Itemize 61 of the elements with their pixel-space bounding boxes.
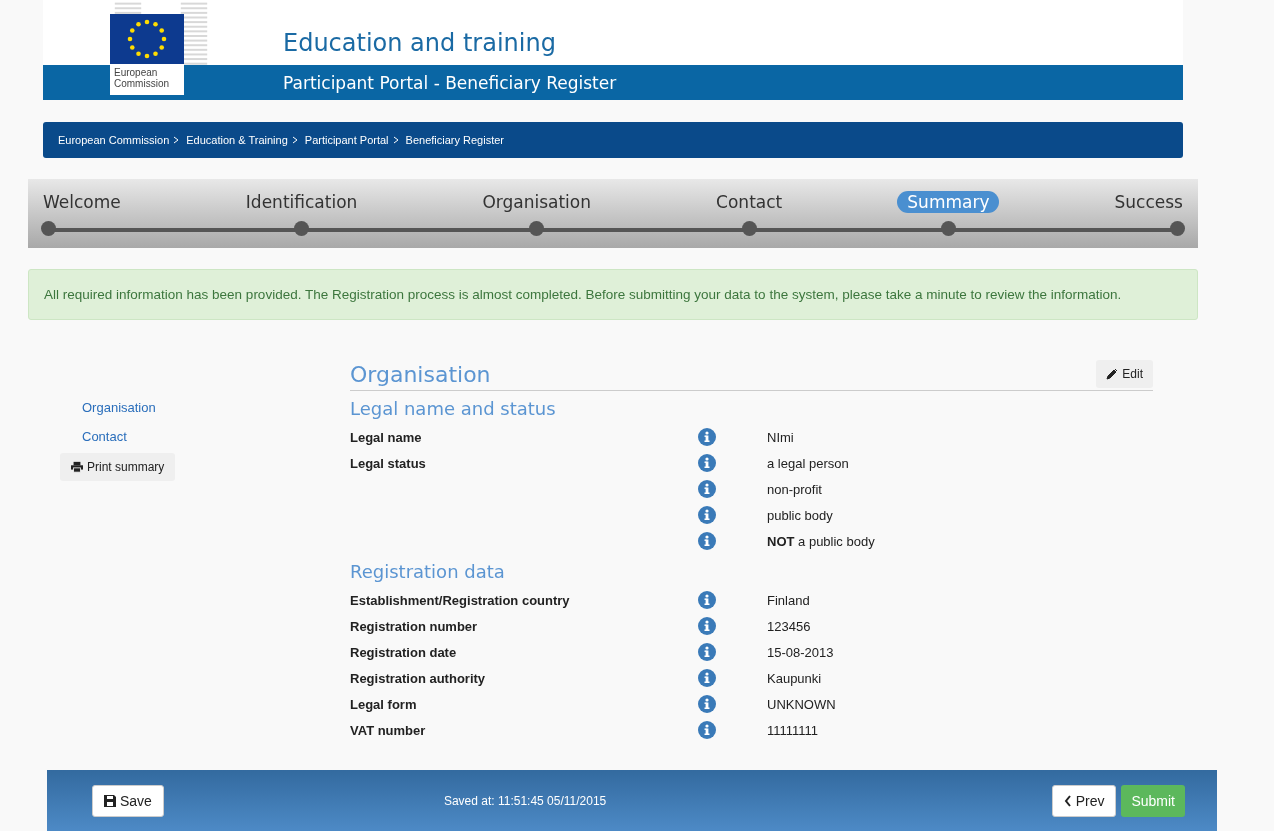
field-label: VAT number: [350, 722, 426, 738]
step-label: Organisation: [481, 191, 592, 213]
step-label: Summary: [897, 191, 1000, 213]
info-icon[interactable]: [698, 532, 716, 550]
breadcrumb-link[interactable]: Education & Training: [186, 134, 288, 146]
save-button[interactable]: Save: [92, 784, 164, 817]
site-title: Education and training: [283, 29, 556, 59]
field-label: Legal status: [350, 455, 426, 471]
field-label: Legal name: [350, 429, 422, 445]
field-value: 123456: [767, 618, 811, 634]
field-value: Kaupunki: [767, 670, 822, 686]
printer-icon: [71, 461, 83, 473]
field-value: Finland: [767, 592, 810, 608]
success-alert: All required information has been provided. The Registration process is almost completed. Before submitting your data to the system, please take a minute to review the information.: [28, 269, 1198, 320]
field-value: NImi: [767, 429, 794, 445]
chevron-left-icon: [1063, 794, 1072, 807]
breadcrumb-link[interactable]: European Commission: [58, 134, 170, 146]
step-label: Welcome: [43, 191, 122, 213]
logo-text: European Commission: [113, 66, 170, 91]
breadcrumb-link[interactable]: Participant Portal: [304, 134, 389, 146]
field-label: Legal form: [350, 696, 417, 712]
chevron-icon: [392, 136, 399, 144]
prev-button[interactable]: Prev: [1051, 784, 1117, 817]
print-button[interactable]: Print summary: [60, 453, 176, 481]
step-label: Identification: [244, 191, 359, 213]
info-icon[interactable]: [698, 454, 716, 472]
breadcrumb-link[interactable]: Beneficiary Register: [405, 134, 504, 146]
info-icon[interactable]: [698, 617, 716, 635]
field-value: UNKNOWN: [767, 696, 836, 712]
field-value: 11111111: [767, 722, 819, 738]
field-value: NOT a public body: [767, 533, 875, 549]
field-label: Registration authority: [350, 670, 486, 686]
info-icon[interactable]: [698, 428, 716, 446]
sidebar-link[interactable]: Organisation: [82, 400, 156, 415]
field-value: a legal person: [767, 455, 849, 471]
field-label: Registration date: [350, 644, 457, 660]
field-label: Establishment/Registration country: [350, 592, 570, 608]
step-label: Contact: [715, 191, 784, 213]
info-icon[interactable]: [698, 695, 716, 713]
saved-status: Saved at: 11:51:45 05/11/2015: [443, 793, 607, 808]
info-icon[interactable]: [698, 721, 716, 739]
field-label: Registration number: [350, 618, 478, 634]
info-icon[interactable]: [698, 480, 716, 498]
field-value: public body: [767, 507, 833, 523]
section-title: Legal name and status: [350, 398, 557, 419]
info-icon[interactable]: [698, 591, 716, 609]
field-value: 15-08-2013: [767, 644, 834, 660]
edit-button[interactable]: Edit: [1096, 360, 1153, 388]
pencil-icon: [1106, 368, 1119, 380]
panel-title: Organisation: [350, 361, 491, 387]
info-icon[interactable]: [698, 669, 716, 687]
sidebar-link[interactable]: Contact: [82, 429, 127, 444]
info-icon[interactable]: [698, 506, 716, 524]
step-label: Success: [1113, 191, 1183, 213]
info-icon[interactable]: [698, 643, 716, 661]
flag-icon: [110, 14, 184, 64]
chevron-icon: [291, 136, 298, 144]
site-subtitle: Participant Portal - Beneficiary Register: [283, 72, 617, 93]
chevron-icon: [173, 136, 180, 144]
field-value: non-profit: [767, 481, 822, 497]
section-title: Registration data: [350, 561, 506, 582]
